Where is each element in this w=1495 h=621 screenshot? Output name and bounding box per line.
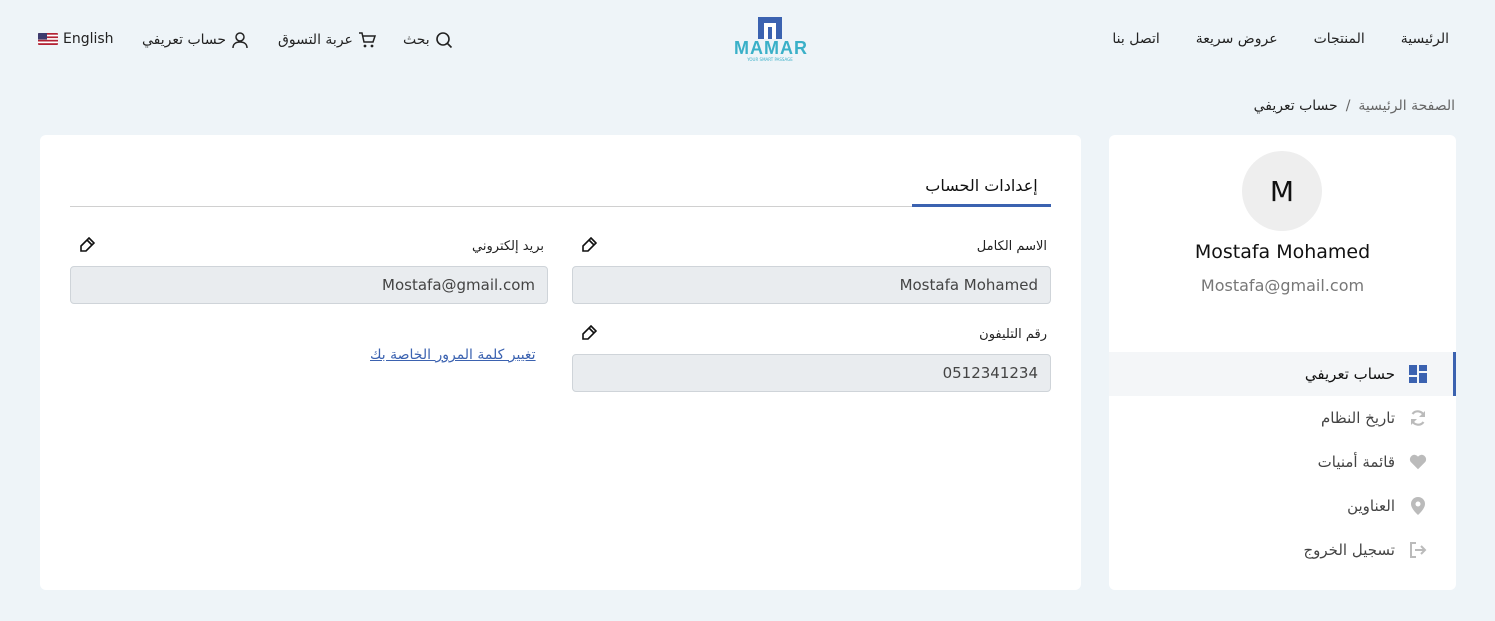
cart-icon (358, 32, 376, 48)
account-label: حساب تعريفي (142, 32, 227, 48)
search-label: بحث (403, 32, 430, 48)
breadcrumb-separator: / (1345, 98, 1351, 114)
profile-email: Mostafa@gmail.com (1200, 276, 1365, 295)
menu-item-history[interactable]: تاريخ النظام (1109, 396, 1456, 440)
menu-item-wishlist[interactable]: قائمة أمنيات (1109, 440, 1456, 484)
tab-account-settings[interactable]: إعدادات الحساب (912, 170, 1051, 207)
edit-email-icon[interactable] (79, 237, 95, 253)
phone-label: رقم التليفون (979, 327, 1047, 342)
heart-icon (1409, 453, 1427, 471)
dashboard-icon (1409, 365, 1427, 383)
email-label: بريد إلكتروني (472, 239, 544, 254)
avatar: M (1242, 151, 1322, 231)
menu-item-profile[interactable]: حساب تعريفي (1109, 352, 1456, 396)
refresh-icon (1409, 409, 1427, 427)
language-label: English (63, 31, 114, 47)
logo-mark-icon (758, 17, 782, 39)
breadcrumb: الصفحة الرئيسية / حساب تعريفي (1254, 98, 1455, 114)
search-button[interactable]: بحث (403, 31, 453, 49)
menu-item-label: حساب تعريفي (1304, 365, 1395, 383)
logo[interactable]: MAMAR YOUR SMART PASSAGE (734, 17, 808, 65)
breadcrumb-home-link[interactable]: الصفحة الرئيسية (1358, 98, 1455, 114)
us-flag-icon (38, 33, 58, 45)
account-menu: حساب تعريفي تاريخ النظام قائمة أمنيات ال… (1109, 352, 1456, 572)
nav-offers-link[interactable]: عروض سريعة (1196, 31, 1278, 47)
email-field[interactable] (70, 266, 548, 304)
full-name-field[interactable] (572, 266, 1051, 304)
edit-phone-icon[interactable] (581, 325, 597, 341)
phone-field[interactable] (572, 354, 1051, 392)
account-link[interactable]: حساب تعريفي (142, 31, 249, 49)
user-icon (232, 32, 248, 49)
menu-item-label: قائمة أمنيات (1317, 453, 1395, 471)
full-name-label: الاسم الكامل (976, 239, 1047, 254)
top-navbar: الرئيسية المنتجات عروض سريعة اتصل بنا MA… (0, 0, 1495, 82)
change-password-link[interactable]: تغيير كلمة المرور الخاصة بك (370, 347, 536, 363)
breadcrumb-current: حساب تعريفي (1253, 98, 1338, 114)
nav-contact-link[interactable]: اتصل بنا (1112, 31, 1159, 47)
account-settings-panel: إعدادات الحساب الاسم الكامل بريد إلكترون… (40, 135, 1081, 590)
cart-button[interactable]: عربة التسوق (278, 31, 376, 49)
menu-item-logout[interactable]: تسجيل الخروج (1109, 528, 1456, 572)
nav-products-link[interactable]: المنتجات (1314, 31, 1365, 47)
edit-full-name-icon[interactable] (581, 237, 597, 253)
nav-home-link[interactable]: الرئيسية (1401, 31, 1449, 47)
menu-item-addresses[interactable]: العناوين (1109, 484, 1456, 528)
cart-label: عربة التسوق (278, 32, 353, 48)
main-nav: الرئيسية المنتجات عروض سريعة اتصل بنا (1112, 31, 1449, 47)
menu-item-label: تاريخ النظام (1320, 409, 1395, 427)
logout-icon (1409, 541, 1427, 559)
menu-item-label: العناوين (1347, 497, 1395, 515)
profile-name: Mostafa Mohamed (1194, 241, 1371, 263)
search-icon (435, 32, 452, 49)
settings-tabs: إعدادات الحساب (70, 170, 1051, 207)
menu-item-label: تسجيل الخروج (1303, 541, 1395, 559)
map-pin-icon (1409, 497, 1427, 515)
profile-sidebar: M Mostafa Mohamed Mostafa@gmail.com حساب… (1109, 135, 1456, 590)
logo-wordmark: MAMAR (734, 38, 808, 58)
language-switch[interactable]: English (38, 31, 114, 47)
